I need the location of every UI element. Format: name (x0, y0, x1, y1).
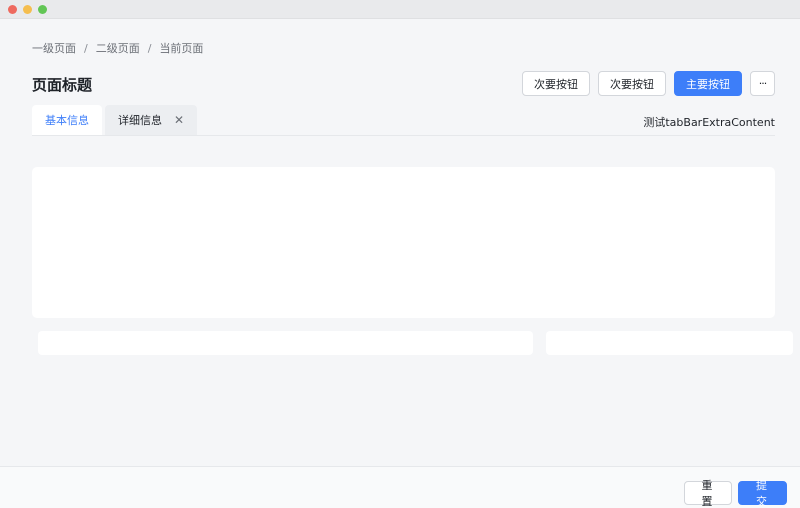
content-card-right (546, 331, 793, 355)
breadcrumb-item-level2[interactable]: 二级页面 (96, 40, 140, 56)
secondary-button-1[interactable]: 次要按钮 (522, 71, 590, 96)
tab-bar-extra-content: 测试tabBarExtraContent (643, 116, 775, 129)
primary-button[interactable]: 主要按钮 (674, 71, 742, 96)
breadcrumb-separator: / (84, 41, 88, 55)
close-icon[interactable]: ✕ (174, 113, 184, 127)
secondary-button-2[interactable]: 次要按钮 (598, 71, 666, 96)
header-actions: 次要按钮 次要按钮 主要按钮 ··· (522, 71, 775, 96)
breadcrumb-item-current: 当前页面 (159, 42, 204, 55)
tab-basic-info[interactable]: 基本信息 (32, 105, 102, 135)
more-menu-button[interactable]: ··· (750, 71, 775, 96)
close-window-icon[interactable] (8, 5, 17, 14)
page-title: 页面标题 (32, 76, 93, 94)
minimize-window-icon[interactable] (23, 5, 32, 14)
breadcrumb: 一级页面 / 二级页面 / 当前页面 (32, 40, 203, 56)
tab-bar: 基本信息 详细信息 ✕ 测试tabBarExtraContent (32, 105, 775, 136)
breadcrumb-item-level1[interactable]: 一级页面 (32, 40, 76, 56)
breadcrumb-separator: / (147, 41, 152, 55)
content-card-left (38, 331, 533, 355)
reset-button[interactable]: 重 置 (684, 479, 732, 508)
tab-label: 基本信息 (45, 114, 89, 127)
tab-label: 详细信息 (118, 114, 162, 127)
window-titlebar (0, 0, 800, 19)
app-window: 一级页面 / 二级页面 / 当前页面 页面标题 次要按钮 次要按钮 主要按钮 ·… (0, 0, 800, 508)
footer-bar: 重 置 提 交 (0, 466, 800, 508)
submit-button[interactable]: 提 交 (738, 479, 787, 508)
maximize-window-icon[interactable] (38, 5, 47, 14)
content-card (32, 167, 775, 318)
tab-detail-info[interactable]: 详细信息 ✕ (105, 105, 198, 135)
